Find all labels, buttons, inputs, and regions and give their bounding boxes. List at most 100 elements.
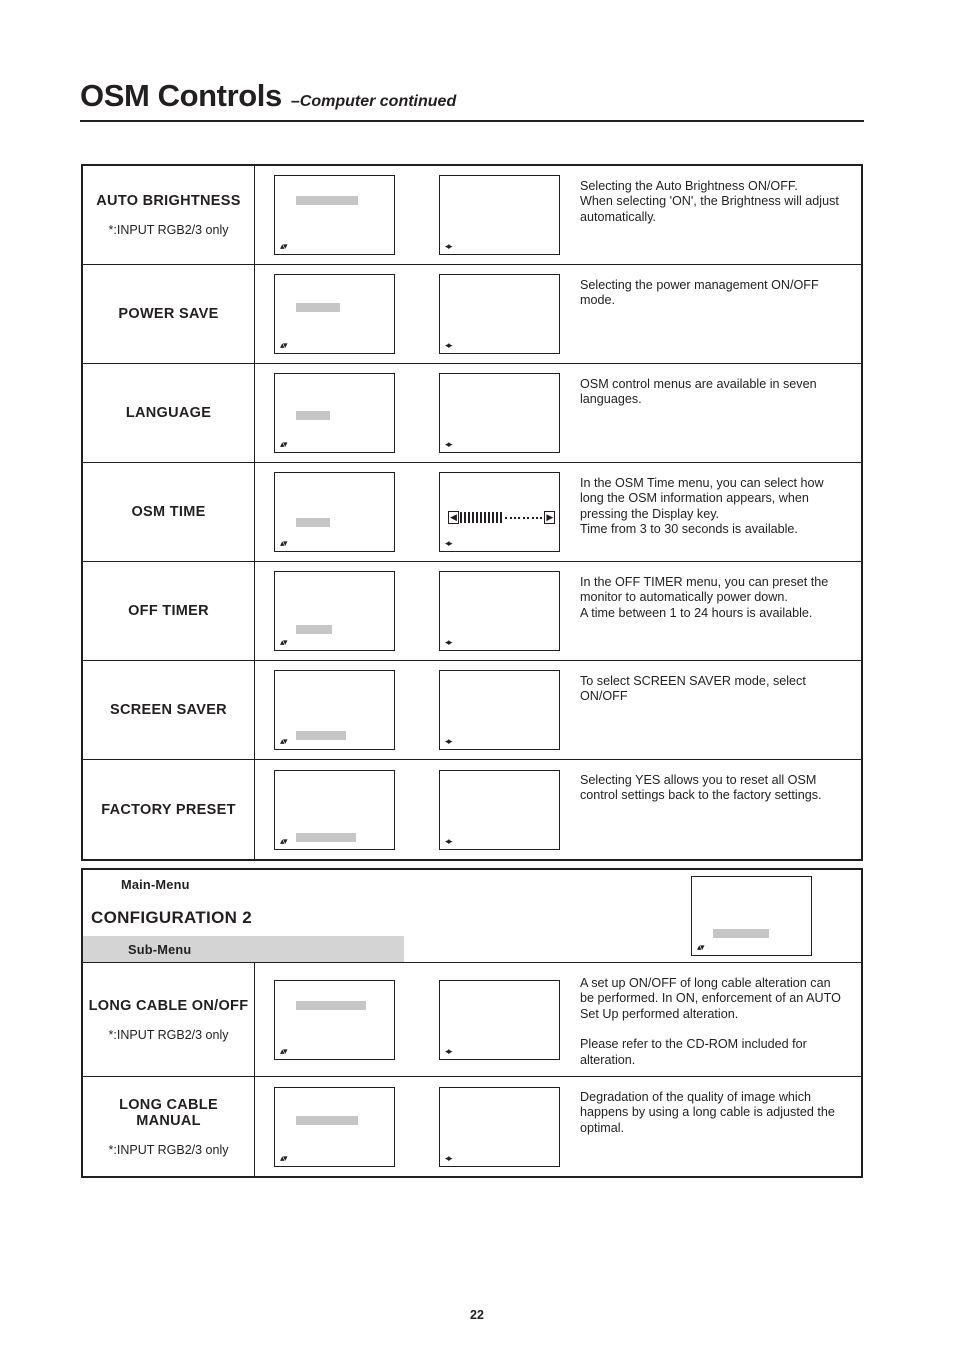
control-name-cell: LANGUAGE [83, 364, 255, 462]
page-header: OSM Controls –Computer continued [80, 78, 864, 122]
configuration-2-table: Main-Menu CONFIGURATION 2 Sub-Menu ▴▾ LONG C… [81, 868, 863, 1179]
osd-screens-cell: ▴▾ ◂▸ [255, 265, 568, 363]
osd-menu-screen: ▴▾ [274, 1086, 395, 1167]
left-right-arrows-icon: ◂▸ [445, 736, 453, 746]
osd-screens-cell: ▴▾ ◂▸ [255, 166, 568, 264]
control-name-label: POWER SAVE [118, 306, 219, 322]
control-name-note: *:INPUT RGB2/3 only [108, 1027, 229, 1042]
control-name-label: SCREEN SAVER [110, 702, 227, 718]
title-divider [80, 120, 864, 122]
description-paragraph: Selecting YES allows you to reset all OS… [580, 773, 822, 803]
page-title: OSM Controls –Computer continued [80, 78, 864, 114]
osd-highlight-bar [296, 832, 356, 842]
osd-menu-screen: ▴▾ [274, 769, 395, 850]
osd-menu-screen: ▴▾ [274, 472, 395, 552]
configuration-header: Main-Menu CONFIGURATION 2 Sub-Menu ▴▾ [83, 870, 861, 963]
description-paragraph: In the OSM Time menu, you can select how… [580, 476, 824, 537]
osm-controls-table: AUTO BRIGHTNESS *:INPUT RGB2/3 only ▴▾ ◂▸ Se… [81, 164, 863, 861]
table-row: FACTORY PRESET ▴▾ ◂▸ Selecting YES allows y… [83, 760, 861, 859]
osd-adjust-screen: ◂▸ [439, 571, 560, 651]
control-name-cell: SCREEN SAVER [83, 661, 255, 759]
osd-highlight-bar [296, 1115, 358, 1125]
table-row: POWER SAVE ▴▾ ◂▸ Selecting the power manage… [83, 265, 861, 364]
control-name-cell: POWER SAVE [83, 265, 255, 363]
table-row: OFF TIMER ▴▾ ◂▸ In the OFF TIMER menu, you … [83, 562, 861, 661]
osd-menu-screen: ▴▾ [274, 979, 395, 1060]
control-name-cell: OSM TIME [83, 463, 255, 561]
description-paragraph: Degradation of the quality of image whic… [580, 1090, 835, 1135]
osd-highlight-bar [296, 731, 346, 740]
description-cell: In the OSM Time menu, you can select how… [568, 463, 861, 561]
description-cell: In the OFF TIMER menu, you can preset th… [568, 562, 861, 660]
main-menu-label: Main-Menu [121, 877, 190, 892]
control-name-label: AUTO BRIGHTNESS [96, 193, 241, 209]
up-down-arrows-icon: ▴▾ [280, 241, 288, 251]
table-row: LONG CABLE MANUAL *:INPUT RGB2/3 only ▴▾ ◂▸… [83, 1077, 861, 1177]
osd-main-menu-screen: ▴▾ [691, 876, 812, 956]
slider-left-arrow-icon: ◀ [448, 511, 459, 524]
osd-screens-cell: ▴▾ ◂▸ [255, 562, 568, 660]
osd-menu-screen: ▴▾ [274, 571, 395, 651]
configuration-osd-wrapper: ▴▾ [691, 876, 812, 956]
osd-highlight-bar [296, 411, 330, 420]
left-right-arrows-icon: ◂▸ [445, 637, 453, 647]
description-paragraph: To select SCREEN SAVER mode, select ON/O… [580, 674, 806, 704]
slider-filled-ticks [460, 512, 503, 523]
description-paragraph: In the OFF TIMER menu, you can preset th… [580, 575, 829, 620]
osd-highlight-bar [296, 518, 330, 527]
description-paragraph: OSM control menus are available in seven… [580, 377, 817, 407]
table-row: OSM TIME ▴▾ ◀ ▶ ◂▸ In the OSM Time menu, you … [83, 463, 861, 562]
osd-screens-cell: ▴▾ ◂▸ [255, 963, 568, 1076]
table-row: LONG CABLE ON/OFF *:INPUT RGB2/3 only ▴▾ ◂▸… [83, 963, 861, 1078]
osd-screens-cell: ▴▾ ◀ ▶ ◂▸ [255, 463, 568, 561]
control-name-label: LONG CABLE ON/OFF [88, 997, 249, 1014]
up-down-arrows-icon: ▴▾ [280, 439, 288, 449]
up-down-arrows-icon: ▴▾ [280, 340, 288, 350]
title-main: OSM Controls [80, 78, 282, 113]
description-paragraph: Selecting the power management ON/OFF mo… [580, 278, 819, 308]
table-row: AUTO BRIGHTNESS *:INPUT RGB2/3 only ▴▾ ◂▸ Se… [83, 166, 861, 265]
osd-adjust-screen: ◂▸ [439, 979, 560, 1060]
control-name-note: *:INPUT RGB2/3 only [108, 223, 229, 237]
description-cell: To select SCREEN SAVER mode, select ON/O… [568, 661, 861, 759]
osm-time-slider: ◀ ▶ [448, 511, 556, 524]
left-right-arrows-icon: ◂▸ [445, 439, 453, 449]
slider-empty-dots [505, 516, 543, 519]
osd-highlight-bar [296, 303, 340, 312]
osd-screens-cell: ▴▾ ◂▸ [255, 1077, 568, 1176]
title-subtitle: –Computer continued [290, 93, 457, 110]
control-name-label: LONG CABLE MANUAL [119, 1096, 218, 1129]
osd-adjust-screen: ◂▸ [439, 1086, 560, 1167]
description-cell: Selecting the Auto Brightness ON/OFF. Whe… [568, 166, 861, 264]
osd-adjust-screen: ◂▸ [439, 670, 560, 750]
osd-menu-screen: ▴▾ [274, 175, 395, 255]
control-name-cell: OFF TIMER [83, 562, 255, 660]
left-right-arrows-icon: ◂▸ [445, 835, 453, 846]
osd-menu-screen: ▴▾ [274, 670, 395, 750]
osd-adjust-screen: ◂▸ [439, 175, 560, 255]
osd-menu-screen: ▴▾ [274, 274, 395, 354]
up-down-arrows-icon: ▴▾ [697, 942, 705, 952]
osd-adjust-screen: ◂▸ [439, 373, 560, 453]
osd-adjust-screen: ◂▸ [439, 274, 560, 354]
osd-adjust-screen: ◂▸ [439, 769, 560, 850]
up-down-arrows-icon: ▴▾ [280, 736, 288, 746]
description-cell: A set up ON/OFF of long cable alteration… [568, 963, 861, 1076]
osd-highlight-bar [296, 1000, 366, 1010]
osd-highlight-bar [296, 625, 332, 634]
left-right-arrows-icon: ◂▸ [445, 538, 453, 548]
osd-adjust-screen: ◀ ▶ ◂▸ [439, 472, 560, 552]
up-down-arrows-icon: ▴▾ [280, 835, 288, 846]
description-cell: OSM control menus are available in seven… [568, 364, 861, 462]
page-number: 22 [470, 1308, 484, 1322]
control-name-cell: AUTO BRIGHTNESS *:INPUT RGB2/3 only [83, 166, 255, 264]
left-right-arrows-icon: ◂▸ [445, 241, 453, 251]
up-down-arrows-icon: ▴▾ [280, 637, 288, 647]
sub-menu-bar: Sub-Menu [83, 936, 404, 962]
osd-screens-cell: ▴▾ ◂▸ [255, 364, 568, 462]
osd-screens-cell: ▴▾ ◂▸ [255, 760, 568, 859]
description-cell: Selecting the power management ON/OFF mo… [568, 265, 861, 363]
control-name-cell: LONG CABLE ON/OFF *:INPUT RGB2/3 only [83, 963, 255, 1077]
sub-menu-label: Sub-Menu [128, 941, 192, 957]
up-down-arrows-icon: ▴▾ [280, 1152, 288, 1163]
